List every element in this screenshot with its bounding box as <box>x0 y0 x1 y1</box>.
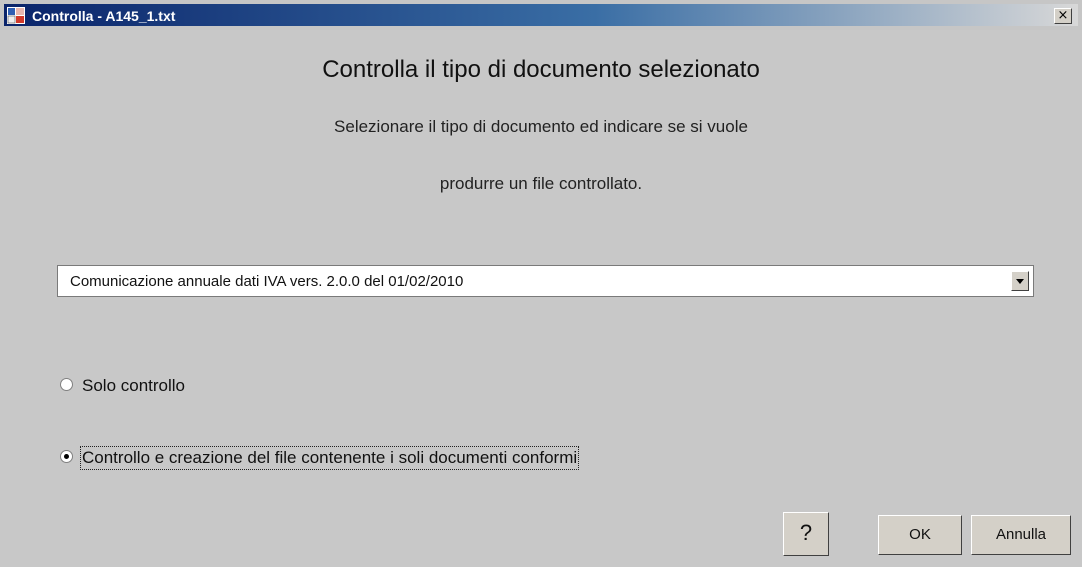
window-title: Controlla - A145_1.txt <box>32 8 176 24</box>
option-controllo-e-creazione-label: Controllo e creazione del file contenent… <box>79 446 580 470</box>
dropdown-button[interactable] <box>1011 271 1029 291</box>
close-icon: × <box>1057 8 1069 23</box>
document-type-select[interactable]: Comunicazione annuale dati IVA vers. 2.0… <box>57 265 1034 297</box>
option-solo-controllo-label: Solo controllo <box>82 376 186 395</box>
instruction-text-line2: produrre un file controllato. <box>439 174 643 193</box>
close-button[interactable]: × <box>1054 8 1072 24</box>
document-type-value: Comunicazione annuale dati IVA vers. 2.0… <box>70 273 464 290</box>
help-button[interactable]: ? <box>783 512 829 556</box>
ok-button[interactable]: OK <box>878 515 962 555</box>
radio-selected-dot <box>64 454 69 459</box>
dialog-heading: Controlla il tipo di documento seleziona… <box>322 56 760 83</box>
help-icon: ? <box>799 520 813 545</box>
cancel-button[interactable]: Annulla <box>971 515 1071 555</box>
radio-solo-controllo[interactable] <box>60 378 73 391</box>
dialog-window: Controlla - A145_1.txt × Controlla il ti… <box>0 0 1082 567</box>
chevron-down-icon <box>1016 279 1024 284</box>
app-icon <box>7 7 25 24</box>
radio-controllo-e-creazione[interactable] <box>60 450 73 463</box>
instruction-text-line1: Selezionare il tipo di documento ed indi… <box>334 117 748 136</box>
title-bar[interactable]: Controlla - A145_1.txt × <box>0 0 1082 30</box>
